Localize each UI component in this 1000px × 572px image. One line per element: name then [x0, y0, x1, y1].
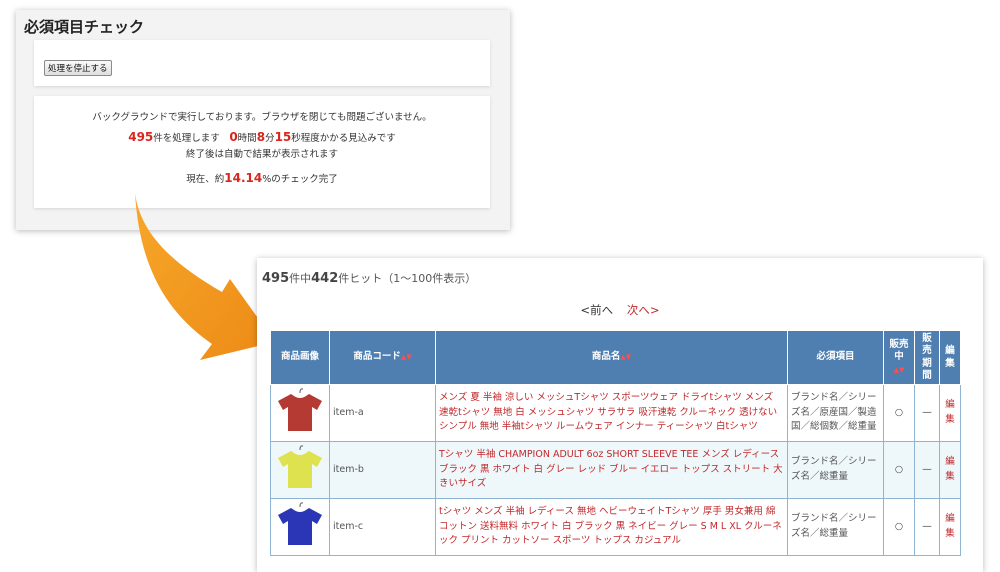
total-suffix: 件中 [289, 272, 312, 285]
col-on-sale[interactable]: 販売中 ▲▼ [883, 330, 915, 385]
product-name-link[interactable]: tシャツ メンズ 半袖 レディース 無地 ヘビーウェイトTシャツ 厚手 男女兼用… [435, 498, 788, 556]
tshirt-icon [278, 388, 322, 432]
edit-link[interactable]: 編集 [939, 441, 961, 499]
sale-period: — [914, 384, 940, 442]
product-code: item-c [329, 498, 436, 556]
next-page-link[interactable]: 次へ> [627, 303, 660, 317]
product-image-cell [270, 384, 330, 442]
product-code: item-a [329, 384, 436, 442]
col-name[interactable]: 商品名▲▼ [435, 330, 788, 385]
product-name-link[interactable]: Tシャツ 半袖 CHAMPION ADULT 6oz SHORT SLEEVE … [435, 441, 788, 499]
on-sale-status: ○ [883, 384, 915, 442]
sort-icon[interactable]: ▲▼ [401, 353, 412, 361]
on-sale-status: ○ [883, 441, 915, 499]
hit-count: 442 [311, 271, 339, 286]
required-items: ブランド名／シリーズ名／原産国／製造国／総個数／総重量 [787, 384, 884, 442]
on-sale-status: ○ [883, 498, 915, 556]
col-sale-period: 販売期間 [914, 330, 940, 385]
sale-period: — [914, 441, 940, 499]
total-count: 495 [262, 271, 290, 286]
sort-icon[interactable]: ▲▼ [894, 366, 905, 374]
tshirt-icon [278, 502, 322, 546]
hit-suffix: 件ヒット（1〜100件表示） [338, 272, 477, 285]
product-image-cell [270, 498, 330, 556]
required-items: ブランド名／シリーズ名／総重量 [787, 498, 884, 556]
col-image: 商品画像 [270, 330, 330, 385]
sale-period: — [914, 498, 940, 556]
col-required: 必須項目 [787, 330, 884, 385]
table-row: item-a メンズ 夏 半袖 涼しい メッシュTシャツ スポーツウェア ドライ… [270, 384, 961, 442]
results-table: 商品画像 商品コード▲▼ 商品名▲▼ 必須項目 販売中 ▲▼ 販売期間 編集 it… [270, 330, 961, 556]
col-edit: 編集 [939, 330, 961, 385]
table-row: item-b Tシャツ 半袖 CHAMPION ADULT 6oz SHORT … [270, 441, 961, 499]
sort-icon[interactable]: ▲▼ [620, 353, 631, 361]
pagination: <前へ 次へ> [257, 302, 983, 318]
tshirt-icon [278, 445, 322, 489]
table-row: item-c tシャツ メンズ 半袖 レディース 無地 ヘビーウェイトTシャツ … [270, 498, 961, 556]
product-name-link[interactable]: メンズ 夏 半袖 涼しい メッシュTシャツ スポーツウェア ドライtシャツ メン… [435, 384, 788, 442]
product-code: item-b [329, 441, 436, 499]
required-items: ブランド名／シリーズ名／総重量 [787, 441, 884, 499]
results-panel: 495件中442件ヒット（1〜100件表示） <前へ 次へ> 商品画像 商品コー… [257, 258, 983, 572]
col-code[interactable]: 商品コード▲▼ [329, 330, 436, 385]
hit-summary: 495件中442件ヒット（1〜100件表示） [262, 270, 476, 286]
table-header: 商品画像 商品コード▲▼ 商品名▲▼ 必須項目 販売中 ▲▼ 販売期間 編集 [270, 330, 961, 385]
edit-link[interactable]: 編集 [939, 384, 961, 442]
edit-link[interactable]: 編集 [939, 498, 961, 556]
product-image-cell [270, 441, 330, 499]
prev-page-link[interactable]: <前へ [581, 303, 614, 317]
